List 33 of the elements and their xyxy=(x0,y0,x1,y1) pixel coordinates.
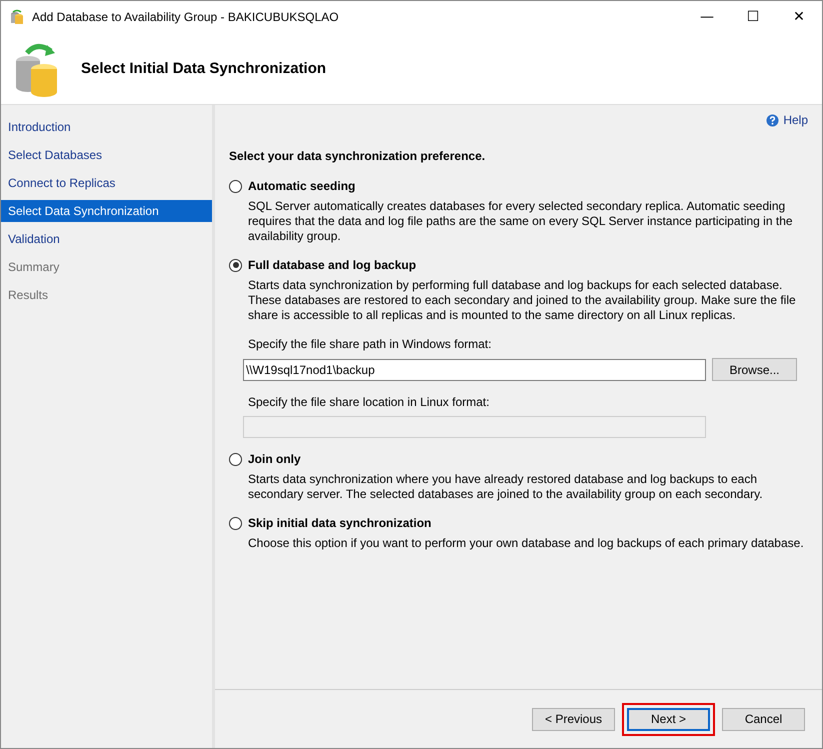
path-field[interactable]: \\W19sql17nod1\backup xyxy=(243,358,706,380)
sidebar-item[interactable]: Select Databases xyxy=(1,144,212,166)
sidebar-item[interactable]: Introduction xyxy=(1,116,212,138)
field-label: Specify the file share location in Linux format: xyxy=(248,395,490,409)
option-label[interactable]: Skip initial data synchronization xyxy=(248,516,432,530)
prompt-text: Select your data synchronization preference. xyxy=(229,149,486,163)
window-control[interactable]: ✕ xyxy=(776,1,822,32)
radio-button[interactable] xyxy=(229,258,242,272)
wizard-button[interactable]: < Previous xyxy=(532,708,615,730)
wizard-button[interactable]: Next > xyxy=(627,708,710,730)
option-description: Starts data synchronization where you have already restored database and log backups to each secondary server. The selected databases are joined to the availability group on each secondary. xyxy=(248,472,764,502)
option-description: Starts data synchronization by performing full database and log backups for each selected database. These databases are restored to each secondary and joined to the availability group. Make sure the file share is accessible to all replicas and is mounted to the same directory on all Linux replicas. xyxy=(248,278,797,323)
window-title: Add Database to Availability Group - BAKICUBUKSQLAO xyxy=(32,10,339,24)
sidebar-item[interactable]: Select Data Synchronization xyxy=(1,200,212,222)
option-label[interactable]: Full database and log backup xyxy=(248,258,416,272)
window-control[interactable]: ☐ xyxy=(730,1,776,32)
option-label[interactable]: Automatic seeding xyxy=(248,179,356,193)
radio-button[interactable] xyxy=(229,452,242,466)
help-link[interactable]: Help xyxy=(766,113,808,127)
browse-button[interactable]: Browse... xyxy=(712,358,797,381)
field-label: Specify the file share path in Windows format: xyxy=(248,337,492,351)
help-icon xyxy=(766,114,780,126)
wizard-button[interactable]: Cancel xyxy=(722,708,805,730)
option-description: Choose this option if you want to perform your own database and log backups of each primary database. xyxy=(248,536,805,551)
sidebar-item[interactable]: Connect to Replicas xyxy=(1,172,212,194)
option-description: SQL Server automatically creates databases for every selected secondary replica. Automatic seeding requires that the data and log file paths are the same on every SQL Server instance participating in the availability group. xyxy=(248,199,794,244)
radio-button[interactable] xyxy=(229,516,242,530)
page-title: Select Initial Data Synchronization xyxy=(81,60,326,76)
option-label[interactable]: Join only xyxy=(248,452,301,466)
window-control[interactable]: — xyxy=(684,1,730,32)
sidebar-item[interactable]: Validation xyxy=(1,228,212,250)
radio-button[interactable] xyxy=(229,180,242,192)
database-icon xyxy=(9,8,25,24)
